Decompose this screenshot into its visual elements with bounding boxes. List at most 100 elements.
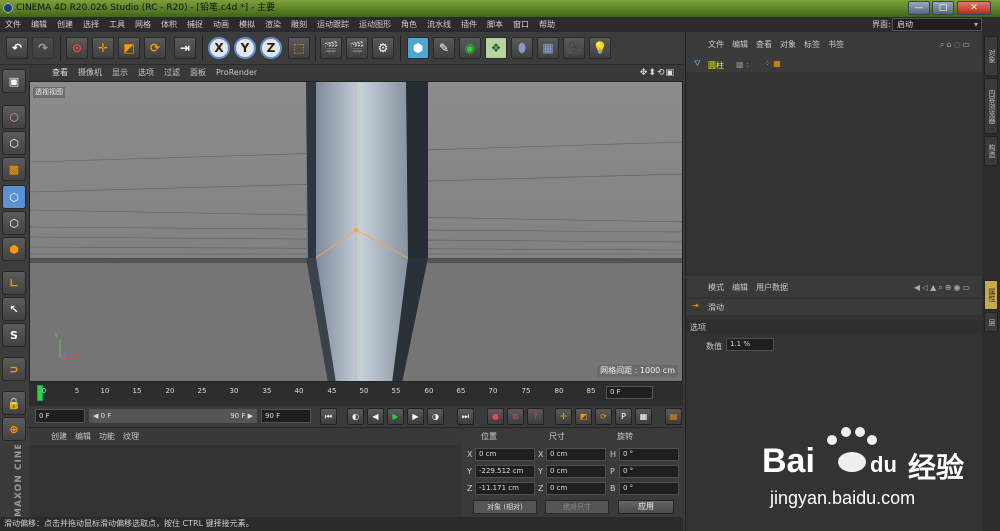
z-axis-lock-icon[interactable]: Z <box>260 37 282 59</box>
material-menu-create[interactable]: 创建 <box>47 428 71 445</box>
object-menu-bookmarks[interactable]: 书签 <box>824 32 848 58</box>
next-frame-icon[interactable]: ▶ <box>407 408 424 425</box>
value-param-field[interactable]: 1.1 % <box>726 338 774 351</box>
object-visibility-icon[interactable]: ▩ : <box>736 60 749 69</box>
close-button[interactable]: ✕ <box>957 1 991 15</box>
render-view-icon[interactable]: 🎬 <box>320 37 342 59</box>
deformer-icon[interactable]: ⬮ <box>511 37 533 59</box>
snap-icon[interactable]: S <box>2 323 26 347</box>
auto-key-icon[interactable]: ⊚ <box>507 408 524 425</box>
object-row-cylinder[interactable]: ⛛ 圆柱 ▩ : ⁘ ▦ <box>686 58 983 72</box>
current-frame-field[interactable]: 0 F <box>606 386 653 399</box>
key-position-icon[interactable]: ✛ <box>555 408 572 425</box>
object-menu-objects[interactable]: 对象 <box>776 32 800 58</box>
key-rotation-icon[interactable]: ⟳ <box>595 408 612 425</box>
tab-objects[interactable]: 对象 <box>984 36 998 76</box>
key-scale-icon[interactable]: ◩ <box>575 408 592 425</box>
record-keys-icon[interactable]: ● <box>487 408 504 425</box>
menu-create[interactable]: 创建 <box>52 17 78 32</box>
end-frame-field[interactable]: 90 F <box>261 409 311 423</box>
key-pla-icon[interactable]: ▦ <box>635 408 652 425</box>
object-manager-search-icon[interactable]: ⌕⌂◌▭ <box>936 32 976 58</box>
keyframe-selection-icon[interactable]: ? <box>527 408 544 425</box>
cube-object-icon[interactable]: ⬢ <box>407 37 429 59</box>
axis-mode-icon[interactable]: ∟ <box>2 271 26 295</box>
size-z-field[interactable]: 0 cm <box>546 482 606 495</box>
layout-dropdown[interactable]: 启动 <box>892 18 982 31</box>
position-x-field[interactable]: 0 cm <box>475 448 535 461</box>
object-menu-file[interactable]: 文件 <box>704 32 728 58</box>
size-mode-dropdown[interactable]: 绝对尺寸 <box>545 500 609 514</box>
tab-content-browser[interactable]: 内容浏览器 <box>984 78 998 134</box>
play-icon[interactable]: ▶ <box>387 408 404 425</box>
object-menu-tags[interactable]: 标签 <box>800 32 824 58</box>
coordinate-system-icon[interactable]: ⬚ <box>288 37 310 59</box>
scale-icon[interactable]: ◩ <box>118 37 140 59</box>
menu-edit[interactable]: 编辑 <box>26 17 52 32</box>
edges-mode-icon[interactable]: ⬡ <box>2 211 26 235</box>
menu-script[interactable]: 脚本 <box>482 17 508 32</box>
phong-tag-icon[interactable]: ⁘ ▦ <box>764 59 781 68</box>
menu-snap[interactable]: 捕捉 <box>182 17 208 32</box>
go-to-start-icon[interactable]: ⏮ <box>320 408 337 425</box>
light-icon[interactable]: 💡 <box>589 37 611 59</box>
preview-range-slider[interactable]: ◀ 0 F 90 F ▶ <box>89 409 257 423</box>
start-frame-field[interactable]: 0 F <box>35 409 85 423</box>
points-mode-icon[interactable]: ⬡ <box>2 185 26 209</box>
position-z-field[interactable]: -11.171 cm <box>475 482 535 495</box>
menu-plugins[interactable]: 插件 <box>456 17 482 32</box>
perspective-viewport[interactable]: 透视视图 Y X Z 网格间距 : 1000 cm <box>29 81 683 382</box>
tab-layers[interactable]: 层 <box>984 312 998 332</box>
apply-button[interactable]: 应用 <box>618 500 674 514</box>
floor-icon[interactable]: ▦ <box>537 37 559 59</box>
attribute-menu-user-data[interactable]: 用户数据 <box>752 278 792 297</box>
rotation-h-field[interactable]: 0 ° <box>619 448 679 461</box>
menu-sculpt[interactable]: 雕刻 <box>286 17 312 32</box>
object-name[interactable]: 圆柱 <box>708 60 724 71</box>
attribute-nav-icons[interactable]: ◀◁▲⌕⊕◉▭ <box>910 278 976 297</box>
menu-animate[interactable]: 动画 <box>208 17 234 32</box>
timeline-window-icon[interactable]: ▤ <box>665 408 682 425</box>
menu-window[interactable]: 窗口 <box>508 17 534 32</box>
menu-help[interactable]: 帮助 <box>534 17 560 32</box>
position-y-field[interactable]: -229.512 cm <box>475 465 535 478</box>
workplane-mode-icon[interactable]: ▩ <box>2 157 26 181</box>
tab-attributes[interactable]: 属性 <box>984 280 998 310</box>
menu-render[interactable]: 渲染 <box>260 17 286 32</box>
menu-mesh[interactable]: 网格 <box>130 17 156 32</box>
rotation-p-field[interactable]: 0 ° <box>619 465 679 478</box>
lock-workplane-icon[interactable]: 🔒 <box>2 391 26 415</box>
undo-icon[interactable]: ↶ <box>6 37 28 59</box>
coordinate-mode-dropdown[interactable]: 对象 (相对) <box>473 500 537 514</box>
make-editable-icon[interactable]: ▣ <box>2 69 26 93</box>
live-selection-icon[interactable]: ⊙ <box>66 37 88 59</box>
viewport-menu-prorender[interactable]: ProRender <box>211 65 262 81</box>
options-section-header[interactable]: 选项 <box>686 320 983 333</box>
menu-pipeline[interactable]: 流水线 <box>422 17 456 32</box>
next-key-icon[interactable]: ◑ <box>427 408 444 425</box>
quantize-icon[interactable]: ⊕ <box>2 417 26 441</box>
menu-volume[interactable]: 体积 <box>156 17 182 32</box>
magnet-icon[interactable]: ⊃ <box>2 357 26 381</box>
viewport-menu-panel[interactable]: 面板 <box>185 65 211 81</box>
viewport-menu-view[interactable]: 查看 <box>47 65 73 82</box>
render-picture-viewer-icon[interactable]: 🎬 <box>346 37 368 59</box>
key-parameter-icon[interactable]: P <box>615 408 632 425</box>
attribute-menu-edit[interactable]: 编辑 <box>728 278 752 297</box>
material-list-area[interactable] <box>29 445 461 517</box>
previous-key-icon[interactable]: ◐ <box>347 408 364 425</box>
size-y-field[interactable]: 0 cm <box>546 465 606 478</box>
last-tool-icon[interactable]: ⇥ <box>174 37 196 59</box>
move-icon[interactable]: ✛ <box>92 37 114 59</box>
rotation-b-field[interactable]: 0 ° <box>619 482 679 495</box>
go-to-end-icon[interactable]: ⏭ <box>457 408 474 425</box>
redo-icon[interactable]: ↷ <box>32 37 54 59</box>
tweak-mode-icon[interactable]: ↖ <box>2 297 26 321</box>
rotate-icon[interactable]: ⟳ <box>144 37 166 59</box>
model-mode-icon[interactable]: ⬡ <box>2 105 26 129</box>
render-settings-icon[interactable]: ⚙ <box>372 37 394 59</box>
material-menu-texture[interactable]: 纹理 <box>119 428 143 445</box>
pen-spline-icon[interactable]: ✎ <box>433 37 455 59</box>
previous-frame-icon[interactable]: ◀ <box>367 408 384 425</box>
viewport-menu-filter[interactable]: 过滤 <box>159 65 185 81</box>
